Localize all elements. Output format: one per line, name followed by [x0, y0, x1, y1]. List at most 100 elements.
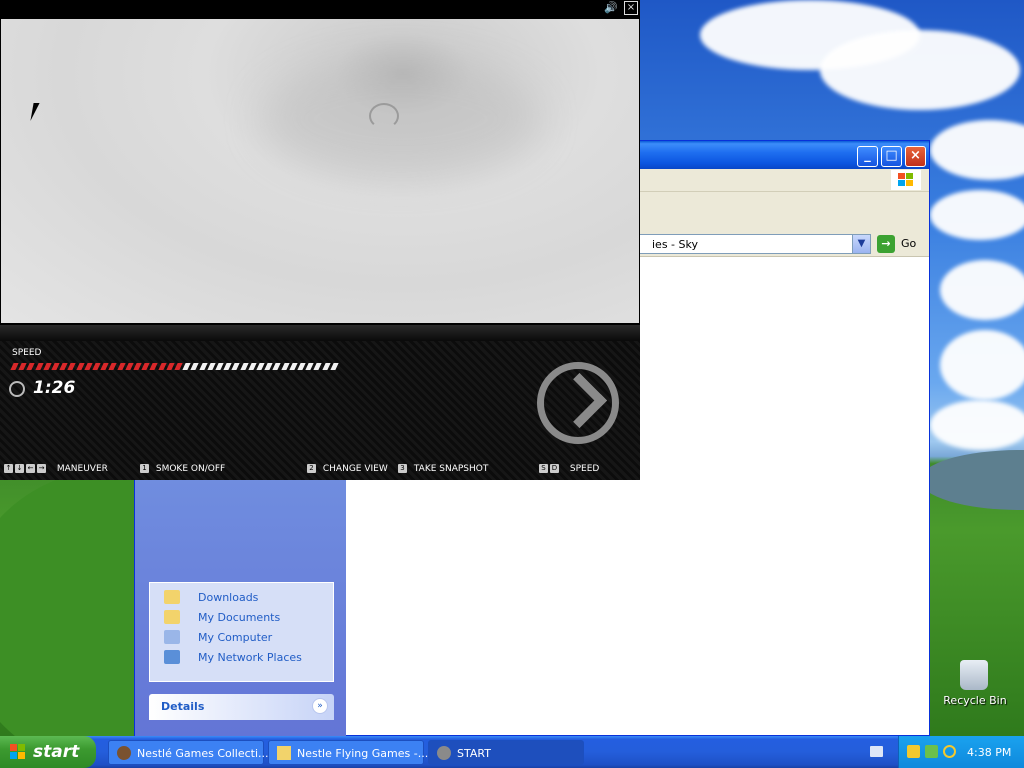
control-label: SMOKE ON/OFF	[155, 464, 226, 474]
speed-bar-segment	[248, 363, 257, 370]
game-window: 🔊 × SPEED 1:26 ↑ ↓ ← → MANEUVER 1 SMOKE ON/…	[0, 0, 640, 480]
ie-icon	[117, 746, 131, 760]
speed-label: SPEED	[12, 348, 42, 358]
speed-bar-segment	[321, 363, 331, 370]
windows-logo-icon	[10, 744, 25, 759]
speed-bar-segment	[297, 363, 306, 370]
computer-icon	[164, 630, 180, 644]
key-1-icon: 1	[140, 464, 149, 473]
taskbar-label: Nestlé Games Collecti...	[137, 747, 269, 760]
taskbar-label: START	[457, 747, 491, 760]
taskbar-item-start-game[interactable]: START	[428, 740, 584, 765]
place-label: My Network Places	[198, 651, 302, 664]
place-label: My Documents	[198, 611, 281, 624]
place-label: Downloads	[198, 591, 259, 604]
go-arrow-icon: →	[877, 235, 895, 253]
speed-bar-segment	[108, 363, 118, 370]
go-button[interactable]: → Go	[877, 235, 923, 253]
place-downloads[interactable]: Downloads	[164, 589, 334, 607]
key-s-icon: S	[539, 464, 548, 473]
details-panel-header[interactable]: Details »	[149, 694, 334, 720]
clock: 4:38 PM	[967, 746, 1012, 759]
start-label: start	[33, 742, 80, 762]
speed-bar-segment	[149, 363, 159, 370]
start-arrow-button[interactable]	[537, 362, 619, 444]
speed-bar-segment	[84, 363, 93, 370]
speed-bar-segment	[215, 363, 224, 370]
shield-icon[interactable]	[907, 745, 920, 758]
arrow-right-icon	[551, 372, 608, 429]
mouse-cursor-icon	[30, 103, 46, 121]
game-viewport[interactable]	[1, 19, 639, 323]
recycle-bin-icon	[960, 660, 988, 690]
folder-icon	[277, 746, 291, 760]
speed-bar-segment	[26, 363, 36, 370]
place-my-network-places[interactable]: My Network Places	[164, 649, 334, 667]
speed-bar-segment	[190, 363, 200, 370]
timer: 1:26	[33, 378, 76, 398]
speed-bar-segment	[34, 363, 44, 370]
control-label: CHANGE VIEW	[322, 464, 388, 474]
key-up-icon: ↑	[4, 464, 13, 473]
maximize-button[interactable]: □	[881, 146, 902, 167]
speed-bar-segment	[10, 363, 19, 370]
speed-bar-segment	[198, 363, 208, 370]
sound-icon[interactable]: 🔊	[604, 1, 618, 14]
key-left-icon: ←	[26, 464, 35, 473]
control-label: TAKE SNAPSHOT	[413, 464, 489, 474]
address-text: ies - Sky	[652, 238, 698, 251]
windows-logo-icon	[891, 170, 921, 190]
control-snapshot: 3 TAKE SNAPSHOT	[398, 464, 488, 474]
control-change-view: 2 CHANGE VIEW	[307, 464, 388, 474]
speed-bar-segment	[313, 363, 323, 370]
hud-top-bar	[0, 325, 640, 341]
game-icon	[437, 746, 451, 760]
speed-bar-segment	[207, 363, 216, 370]
chevron-down-icon[interactable]: »	[312, 698, 328, 714]
clock-icon	[9, 381, 25, 397]
search-icon[interactable]	[943, 745, 956, 758]
control-label: SPEED	[569, 464, 600, 474]
network-icon[interactable]	[925, 745, 938, 758]
minimize-button[interactable]: _	[857, 146, 878, 167]
taskbar-item-games-collection[interactable]: Nestlé Games Collecti...	[108, 740, 269, 765]
keyboard-icon[interactable]	[870, 746, 883, 757]
game-hud: SPEED 1:26 ↑ ↓ ← → MANEUVER 1 SMOKE ON/OFF …	[0, 325, 640, 480]
plane-sprite	[369, 103, 399, 129]
speed-bar-segment	[43, 363, 52, 370]
speed-bar-segment	[67, 363, 77, 370]
speed-bar-segment	[166, 363, 175, 370]
taskbar: start Nestlé Games Collecti... Nestle Fl…	[0, 736, 1024, 768]
network-icon	[164, 650, 180, 664]
speed-bar-segment	[289, 363, 298, 370]
control-maneuver: ↑ ↓ ← → MANEUVER	[4, 464, 108, 474]
address-dropdown-icon[interactable]: ▼	[852, 235, 870, 253]
speed-bar-segment	[133, 363, 142, 370]
key-down-icon: ↓	[15, 464, 24, 473]
details-title: Details	[161, 700, 205, 713]
close-button[interactable]: ×	[905, 146, 926, 167]
speed-bar-segment	[125, 363, 134, 370]
place-my-computer[interactable]: My Computer	[164, 629, 334, 647]
recycle-bin[interactable]: Recycle Bin	[940, 656, 1010, 712]
speed-bar-segment	[231, 363, 241, 370]
taskbar-label: Nestle Flying Games -...	[297, 747, 429, 760]
key-3-icon: 3	[398, 464, 407, 473]
speed-bar-segment	[51, 363, 60, 370]
speed-bar-segment	[330, 363, 339, 370]
game-titlebar: 🔊 ×	[0, 0, 640, 17]
place-my-documents[interactable]: My Documents	[164, 609, 334, 627]
speed-bar-segment	[280, 363, 290, 370]
key-2-icon: 2	[307, 464, 316, 473]
speed-bar-segment	[116, 363, 126, 370]
other-places-panel: Downloads My Documents My Computer My Ne…	[149, 582, 334, 682]
game-close-button[interactable]: ×	[624, 1, 638, 15]
taskbar-item-flying-games[interactable]: Nestle Flying Games -...	[268, 740, 428, 765]
start-button[interactable]: start	[0, 736, 96, 768]
control-smoke: 1 SMOKE ON/OFF	[140, 464, 225, 474]
cloud-shading	[261, 59, 541, 179]
speed-bar-segment	[256, 363, 265, 370]
speed-bar-segment	[174, 363, 183, 370]
control-speed: SD SPEED	[539, 464, 599, 474]
documents-icon	[164, 610, 180, 624]
